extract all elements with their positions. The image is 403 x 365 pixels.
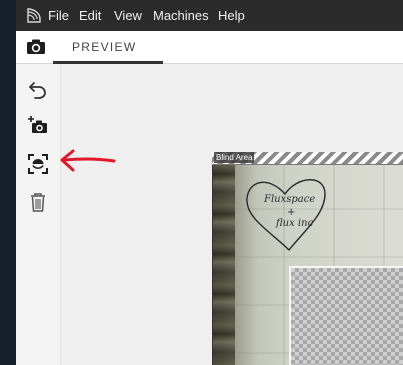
menu-machines[interactable]: Machines — [153, 8, 209, 24]
heart-text-line2: + — [287, 207, 296, 218]
trash-icon[interactable] — [27, 191, 49, 213]
app-logo-icon — [27, 8, 41, 23]
app-window: File Edit View Machines Help PREVIEW Bli… — [16, 0, 403, 365]
menu-edit[interactable]: Edit — [79, 8, 101, 24]
menu-file[interactable]: File — [48, 8, 69, 24]
work-area-checkerboard — [289, 266, 403, 365]
auto-focus-icon[interactable] — [27, 153, 49, 175]
menu-bar: File Edit View Machines Help — [16, 0, 403, 31]
desktop-edge — [0, 0, 16, 365]
heart-text-line1: Fluxspace — [264, 194, 316, 205]
blind-area-label: Blind Area — [214, 152, 255, 163]
undo-icon[interactable] — [27, 78, 49, 100]
heart-drawing — [246, 179, 326, 252]
preview-toolbar — [16, 64, 61, 365]
blind-area-strip: Blind Area — [212, 152, 403, 165]
menu-help[interactable]: Help — [218, 8, 245, 24]
menu-view[interactable]: View — [114, 8, 142, 24]
heart-text-line3: flux inc — [276, 218, 314, 229]
annotation-arrow — [60, 149, 116, 172]
tab-preview-label: PREVIEW — [72, 40, 137, 54]
camera-icon[interactable] — [26, 38, 46, 55]
tab-preview[interactable]: PREVIEW — [53, 31, 163, 64]
tab-bar: PREVIEW — [16, 31, 403, 64]
preview-canvas[interactable]: Blind Area Fluxspace + flux inc — [61, 64, 403, 365]
add-camera-preview-icon[interactable] — [27, 114, 49, 136]
